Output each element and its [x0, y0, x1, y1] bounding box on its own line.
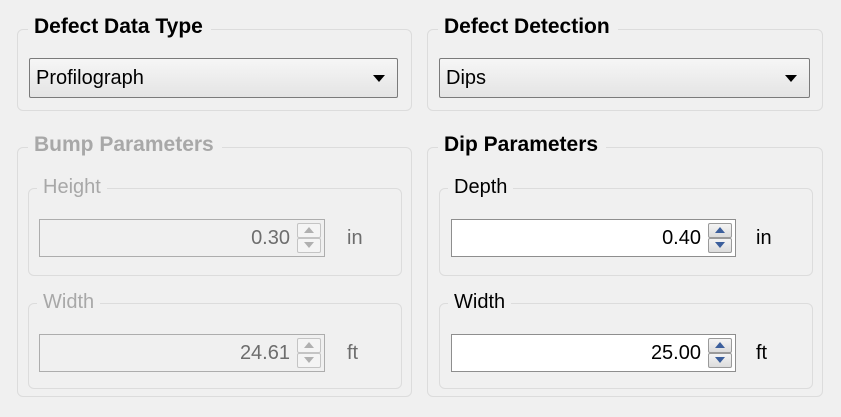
dip-depth-spinner[interactable]	[708, 223, 732, 253]
bump-width-unit: ft	[347, 342, 359, 364]
bump-height-unit: in	[347, 227, 363, 249]
dip-depth-value: 0.40	[662, 227, 701, 249]
dip-depth-label: Depth	[448, 174, 514, 200]
spin-up-icon[interactable]	[708, 338, 732, 353]
chevron-down-icon	[373, 75, 385, 82]
dip-width-value: 25.00	[650, 342, 701, 364]
dip-width-spinner[interactable]	[708, 338, 732, 368]
dip-depth-unit: in	[756, 227, 772, 249]
dip-width-input[interactable]: 25.00	[451, 334, 736, 372]
dip-width-unit: ft	[756, 342, 768, 364]
defect-data-type-select[interactable]: Profilograph	[29, 58, 398, 98]
defect-data-type-title: Defect Data Type	[28, 13, 211, 41]
bump-height-group: Height 0.30 in	[28, 174, 402, 276]
bump-parameters-title: Bump Parameters	[28, 131, 222, 159]
dip-width-group: Width 25.00 ft	[439, 289, 813, 389]
bump-width-value: 24.61	[239, 342, 290, 364]
defect-detection-value: Dips	[446, 67, 487, 89]
bump-parameters-group: Bump Parameters Height 0.30 in Width 24.…	[17, 131, 412, 397]
defect-detection-group: Defect Detection Dips	[427, 13, 823, 111]
defect-detection-select[interactable]: Dips	[439, 58, 810, 98]
bump-height-input[interactable]: 0.30	[39, 219, 325, 257]
defect-data-type-value: Profilograph	[36, 67, 144, 89]
bump-height-label: Height	[37, 174, 107, 200]
spin-down-icon[interactable]	[297, 353, 321, 368]
bump-width-label: Width	[37, 289, 101, 315]
spin-up-icon[interactable]	[297, 223, 321, 238]
spin-down-icon[interactable]	[708, 238, 732, 253]
chevron-down-icon	[785, 75, 797, 82]
bump-width-spinner[interactable]	[297, 338, 321, 368]
bump-width-input[interactable]: 24.61	[39, 334, 325, 372]
dip-depth-input[interactable]: 0.40	[451, 219, 736, 257]
dip-parameters-title: Dip Parameters	[438, 131, 607, 159]
spin-down-icon[interactable]	[297, 238, 321, 253]
dip-parameters-group: Dip Parameters Depth 0.40 in Width 25.00…	[427, 131, 823, 397]
dip-depth-group: Depth 0.40 in	[439, 174, 813, 276]
defect-data-type-group: Defect Data Type Profilograph	[17, 13, 412, 111]
spin-down-icon[interactable]	[708, 353, 732, 368]
bump-height-value: 0.30	[251, 227, 290, 249]
bump-height-spinner[interactable]	[297, 223, 321, 253]
spin-up-icon[interactable]	[708, 223, 732, 238]
bump-width-group: Width 24.61 ft	[28, 289, 402, 389]
defect-detection-title: Defect Detection	[438, 13, 618, 41]
spin-up-icon[interactable]	[297, 338, 321, 353]
dip-width-label: Width	[448, 289, 512, 315]
